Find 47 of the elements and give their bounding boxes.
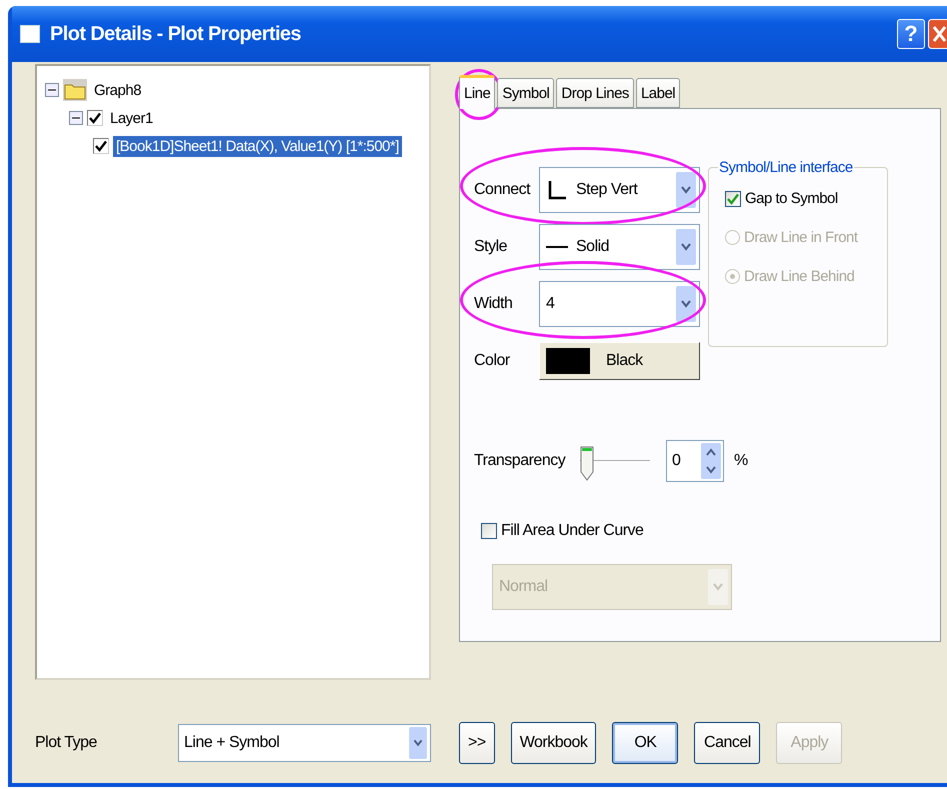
field-label: Width	[474, 295, 514, 313]
folder-icon	[63, 79, 87, 101]
dialog-button[interactable]: Workbook	[510, 722, 596, 764]
tab[interactable]: Symbol	[497, 78, 554, 108]
check-icon	[89, 112, 101, 124]
option-label: Gap to Symbol	[745, 190, 838, 207]
collapse-icon[interactable]	[69, 111, 83, 125]
tree-item[interactable]: [Book1D]Sheet1! Data(X), Value1(Y) [1*:500*]	[113, 136, 402, 156]
dialog-button[interactable]: Cancel	[694, 722, 760, 764]
checkbox[interactable]	[481, 523, 497, 539]
checkbox-label: Fill Area Under Curve	[501, 522, 644, 540]
dialog-button[interactable]: OK	[612, 722, 678, 764]
tree-item[interactable]: Graph8	[91, 80, 144, 100]
step-line-icon	[546, 179, 568, 201]
help-button[interactable]: ?	[897, 19, 925, 49]
field-label: Transparency	[474, 452, 567, 470]
checkbox[interactable]	[725, 190, 741, 206]
window-title: Plot Details - Plot Properties	[50, 22, 302, 46]
window-icon	[20, 25, 40, 43]
spin-box[interactable]: 0	[666, 440, 724, 482]
close-icon[interactable]	[928, 19, 947, 49]
dropdown[interactable]: 4	[539, 281, 700, 327]
tree-item[interactable]: Layer1	[107, 108, 156, 128]
collapse-icon[interactable]	[45, 83, 59, 97]
checkbox[interactable]	[87, 110, 103, 126]
field-label: Style	[474, 238, 508, 256]
field-label: Connect	[474, 181, 532, 199]
check-icon	[727, 192, 739, 204]
check-icon	[95, 140, 107, 152]
field-label: Color	[474, 352, 511, 370]
solid-line-icon	[546, 246, 568, 248]
checkbox[interactable]	[93, 138, 109, 154]
tab[interactable]: Line	[459, 75, 496, 109]
slider-thumb[interactable]	[580, 446, 594, 482]
option-label: Draw Line in Front	[744, 229, 858, 246]
spinner-arrows-icon[interactable]	[701, 443, 721, 479]
tab[interactable]: Label	[636, 78, 680, 108]
color-button[interactable]: Black	[539, 342, 700, 380]
dialog-button[interactable]: >>	[459, 722, 495, 764]
dropdown[interactable]: Solid	[539, 224, 700, 270]
dropdown[interactable]: Step Vert	[539, 167, 700, 213]
field-label: Plot Type	[35, 734, 98, 752]
dropdown[interactable]: Line + Symbol	[178, 724, 431, 762]
tab[interactable]: Drop Lines	[556, 78, 634, 108]
group-title: Symbol/Line interface	[718, 159, 854, 176]
unit-label: %	[734, 452, 748, 470]
option-label: Draw Line Behind	[744, 268, 854, 285]
